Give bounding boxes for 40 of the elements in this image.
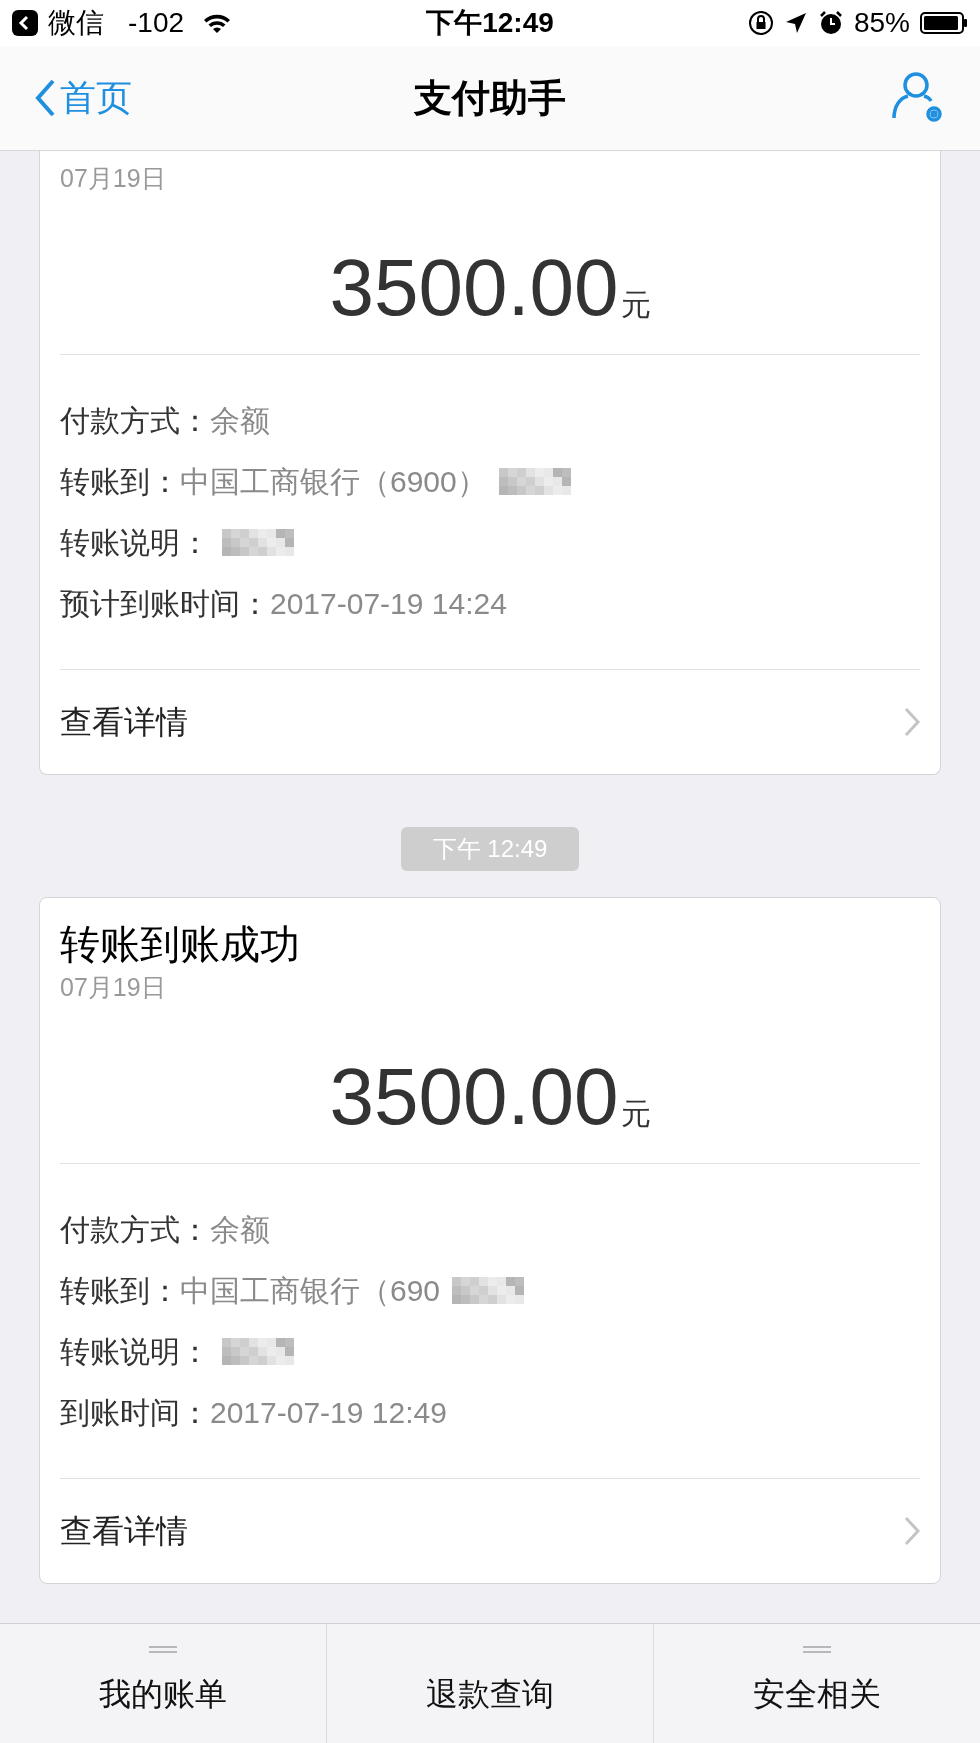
chevron-right-icon — [904, 1516, 920, 1546]
battery-percent: 85% — [853, 6, 910, 40]
status-time: 下午12:49 — [426, 6, 554, 40]
field-value: 2017-07-19 14:24 — [270, 586, 507, 622]
signal-reading: -102 — [128, 6, 185, 40]
details-row[interactable]: 查看详情 — [60, 1479, 920, 1583]
chevron-right-icon — [904, 707, 920, 737]
wifi-icon — [202, 12, 233, 34]
currency-unit: 元 — [620, 286, 651, 323]
amount: 3500.00 — [329, 1056, 619, 1137]
card-date: 07月19日 — [60, 163, 167, 193]
field-label: 预计到账时间： — [60, 586, 270, 622]
field-label: 转账到： — [60, 1273, 180, 1309]
back-app-icon[interactable] — [12, 10, 38, 36]
rotation-lock-icon — [747, 10, 774, 36]
tab-button[interactable]: 退款查询 — [326, 1624, 653, 1743]
battery-icon — [920, 11, 968, 35]
field-label: 转账到： — [60, 464, 180, 500]
chevron-left-icon — [34, 78, 56, 118]
tab-button[interactable]: 我的账单 — [0, 1624, 326, 1743]
back-app-label[interactable]: 微信 — [48, 2, 104, 44]
amount: 3500.00 — [329, 247, 619, 328]
field-value: 余额 — [210, 1212, 270, 1248]
details-row[interactable]: 查看详情 — [60, 670, 920, 774]
field-value: 中国工商银行（6900） — [180, 464, 487, 500]
field-value: 中国工商银行（690 — [180, 1273, 441, 1309]
field-label: 付款方式： — [60, 403, 210, 439]
currency-unit: 元 — [620, 1095, 651, 1132]
field-label: 到账时间： — [60, 1395, 210, 1431]
field-value: 余额 — [210, 403, 270, 439]
field-label: 转账说明： — [60, 1334, 210, 1370]
details-link[interactable]: 查看详情 — [60, 1507, 188, 1555]
field-value: 2017-07-19 12:49 — [210, 1395, 447, 1431]
field-label: 付款方式： — [60, 1212, 210, 1248]
card-date: 07月19日 — [60, 972, 167, 1002]
details-link[interactable]: 查看详情 — [60, 698, 188, 746]
card-title: 转账到账成功 — [60, 922, 301, 966]
tab-button[interactable]: 安全相关 — [653, 1624, 980, 1743]
page-title: 支付助手 — [414, 75, 566, 121]
field-label: 转账说明： — [60, 525, 210, 561]
